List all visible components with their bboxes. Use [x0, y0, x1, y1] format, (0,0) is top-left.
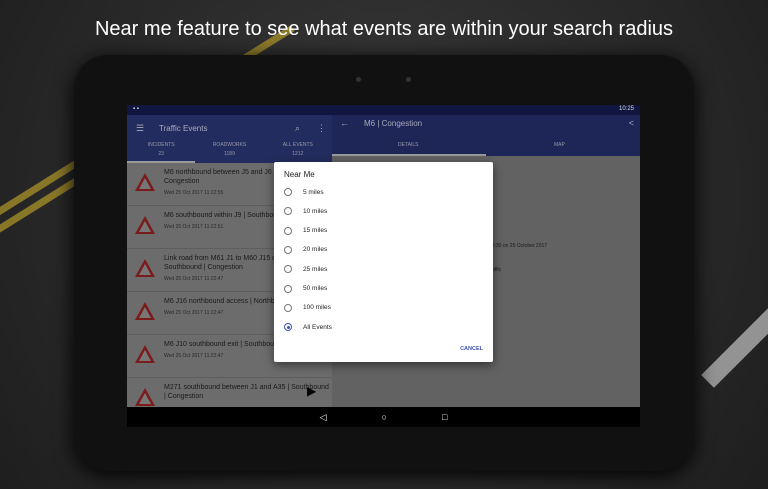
status-bar: ▪ ▪ 10:25 [127, 105, 640, 115]
congestion-warning-icon [135, 216, 155, 234]
radius-option[interactable]: 5 miles [284, 188, 324, 196]
tab-count: 1212 [292, 151, 304, 157]
sensor [406, 77, 411, 82]
congestion-warning-icon [135, 388, 155, 406]
option-label: 50 miles [303, 285, 328, 292]
radius-option[interactable]: 20 miles [284, 245, 328, 254]
cancel-button[interactable]: CANCEL [460, 346, 483, 352]
congestion-warning-icon [135, 345, 155, 363]
dialog-title: Near Me [284, 170, 315, 179]
tab-label: ALL EVENTS [282, 142, 313, 148]
radius-option[interactable]: 50 miles [284, 284, 328, 293]
list-toolbar: ☰ Traffic Events ⌕ ⋮ INCIDENTS 23 ROADWOR… [127, 115, 332, 163]
tab-details[interactable]: DETAILS [398, 142, 418, 148]
radius-option[interactable]: 10 miles [284, 207, 328, 216]
radio-button[interactable] [284, 303, 292, 312]
option-label: 25 miles [303, 265, 328, 273]
tab-roadworks[interactable]: ROADWORKS 1189 [195, 142, 263, 163]
radio-button[interactable] [284, 284, 292, 293]
radius-option[interactable]: All Events [284, 323, 332, 332]
tab-indicator [332, 154, 486, 156]
recents-icon[interactable]: □ [442, 412, 447, 422]
back-icon[interactable]: ◁ [320, 412, 327, 423]
radio-button[interactable] [284, 207, 292, 216]
radio-button[interactable] [284, 323, 292, 332]
congestion-warning-icon [135, 302, 155, 320]
congestion-warning-icon [135, 259, 155, 277]
option-label: 15 miles [303, 227, 328, 235]
option-label: 10 miles [303, 207, 328, 215]
congestion-warning-icon [135, 173, 155, 191]
more-icon[interactable]: ⋮ [317, 123, 326, 134]
tab-label: INCIDENTS [147, 142, 175, 148]
tab-incidents[interactable]: INCIDENTS 23 [127, 142, 195, 163]
notification-icons: ▪ ▪ [133, 106, 139, 112]
radio-button[interactable] [284, 226, 292, 235]
option-label: All Events [303, 323, 332, 331]
radio-button[interactable] [284, 245, 292, 254]
radius-option[interactable]: 100 miles [284, 303, 331, 312]
back-arrow-icon[interactable]: ← [340, 118, 349, 128]
tab-all-events[interactable]: ALL EVENTS 1212 [264, 142, 332, 163]
menu-icon[interactable]: ☰ [136, 123, 144, 134]
search-icon[interactable]: ⌕ [295, 123, 300, 134]
navigation-bar: ◁ ○ □ [127, 407, 640, 427]
radio-button[interactable] [284, 188, 292, 196]
play-icon[interactable]: ▶ [307, 384, 316, 398]
share-icon[interactable]: < [629, 118, 634, 128]
detail-title: M6 | Congestion [364, 119, 423, 128]
radius-option[interactable]: 25 miles [284, 265, 328, 274]
tab-map[interactable]: MAP [554, 142, 565, 148]
option-label: 5 miles [303, 188, 324, 196]
camera [356, 77, 361, 82]
radius-option[interactable]: 15 miles [284, 226, 328, 235]
status-time: 10:25 [618, 106, 634, 112]
tab-count: 23 [158, 151, 164, 157]
near-me-dialog: Near Me 5 miles 10 miles 15 miles 20 miles 2… [274, 162, 493, 362]
tab-label: ROADWORKS [212, 142, 247, 148]
option-label: 20 miles [303, 246, 328, 254]
tab-count: 1189 [224, 151, 235, 157]
option-label: 100 miles [303, 304, 331, 312]
detail-toolbar: ← M6 | Congestion < DETAILS MAP [332, 115, 640, 156]
radio-button[interactable] [284, 265, 292, 274]
app-title: Traffic Events [159, 124, 208, 133]
headline: Near me feature to see what events are w… [94, 18, 674, 40]
home-icon[interactable]: ○ [382, 412, 387, 422]
app-screen: ▪ ▪ 10:25 ☰ Traffic Events ⌕ ⋮ INCIDENTS 2… [127, 105, 640, 427]
